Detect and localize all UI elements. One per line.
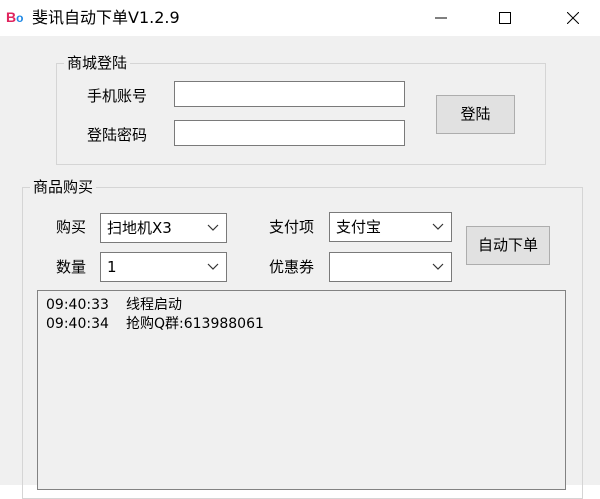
app-logo-icon: Bo bbox=[6, 7, 28, 27]
minimize-icon bbox=[435, 17, 447, 19]
quantity-selected-value: 1 bbox=[107, 258, 117, 276]
buy-selected-value: 扫地机X3 bbox=[107, 219, 172, 237]
log-line: 09:40:34 抢购Q群:613988061 bbox=[46, 315, 264, 333]
coupon-label: 优惠券 bbox=[269, 258, 315, 276]
log-timestamp: 09:40:33 bbox=[46, 297, 109, 313]
log-message: 线程启动 bbox=[126, 297, 182, 313]
app-logo-letter-b: B bbox=[6, 9, 17, 25]
log-message: 抢购Q群:613988061 bbox=[126, 316, 264, 332]
purchase-group-title: 商品购买 bbox=[30, 178, 97, 196]
title-bar: Bo 斐讯自动下单V1.2.9 bbox=[0, 0, 600, 36]
minimize-button[interactable] bbox=[418, 0, 464, 36]
chevron-down-icon bbox=[207, 224, 219, 231]
quantity-select[interactable]: 1 bbox=[100, 252, 227, 282]
payment-label: 支付项 bbox=[269, 218, 315, 236]
chevron-down-icon bbox=[432, 223, 444, 230]
login-group-title: 商城登陆 bbox=[64, 54, 131, 72]
close-button[interactable] bbox=[550, 0, 596, 36]
maximize-icon bbox=[499, 12, 511, 24]
chevron-down-icon bbox=[207, 263, 219, 270]
quantity-label: 数量 bbox=[56, 258, 87, 276]
buy-select[interactable]: 扫地机X3 bbox=[100, 213, 227, 243]
app-logo-letter-o: o bbox=[16, 11, 24, 25]
auto-order-button[interactable]: 自动下单 bbox=[466, 226, 550, 265]
app-window: Bo 斐讯自动下单V1.2.9 商城登陆 手机账号 登陆密码 登陆 商品购买 购… bbox=[0, 0, 600, 499]
log-timestamp: 09:40:34 bbox=[46, 316, 109, 332]
chevron-down-icon bbox=[432, 263, 444, 270]
payment-selected-value: 支付宝 bbox=[336, 218, 382, 236]
phone-label: 手机账号 bbox=[87, 87, 148, 105]
phone-input[interactable] bbox=[174, 81, 405, 107]
buy-label: 购买 bbox=[56, 218, 87, 236]
payment-select[interactable]: 支付宝 bbox=[329, 212, 452, 242]
password-label: 登陆密码 bbox=[87, 126, 148, 144]
login-button[interactable]: 登陆 bbox=[436, 95, 515, 134]
log-output[interactable]: 09:40:33 线程启动 09:40:34 抢购Q群:613988061 bbox=[37, 290, 566, 490]
window-title: 斐讯自动下单V1.2.9 bbox=[32, 8, 180, 27]
log-line: 09:40:33 线程启动 bbox=[46, 296, 182, 314]
password-input[interactable] bbox=[174, 120, 405, 146]
close-icon bbox=[567, 12, 579, 24]
coupon-select[interactable] bbox=[329, 252, 452, 282]
maximize-button[interactable] bbox=[482, 0, 528, 36]
